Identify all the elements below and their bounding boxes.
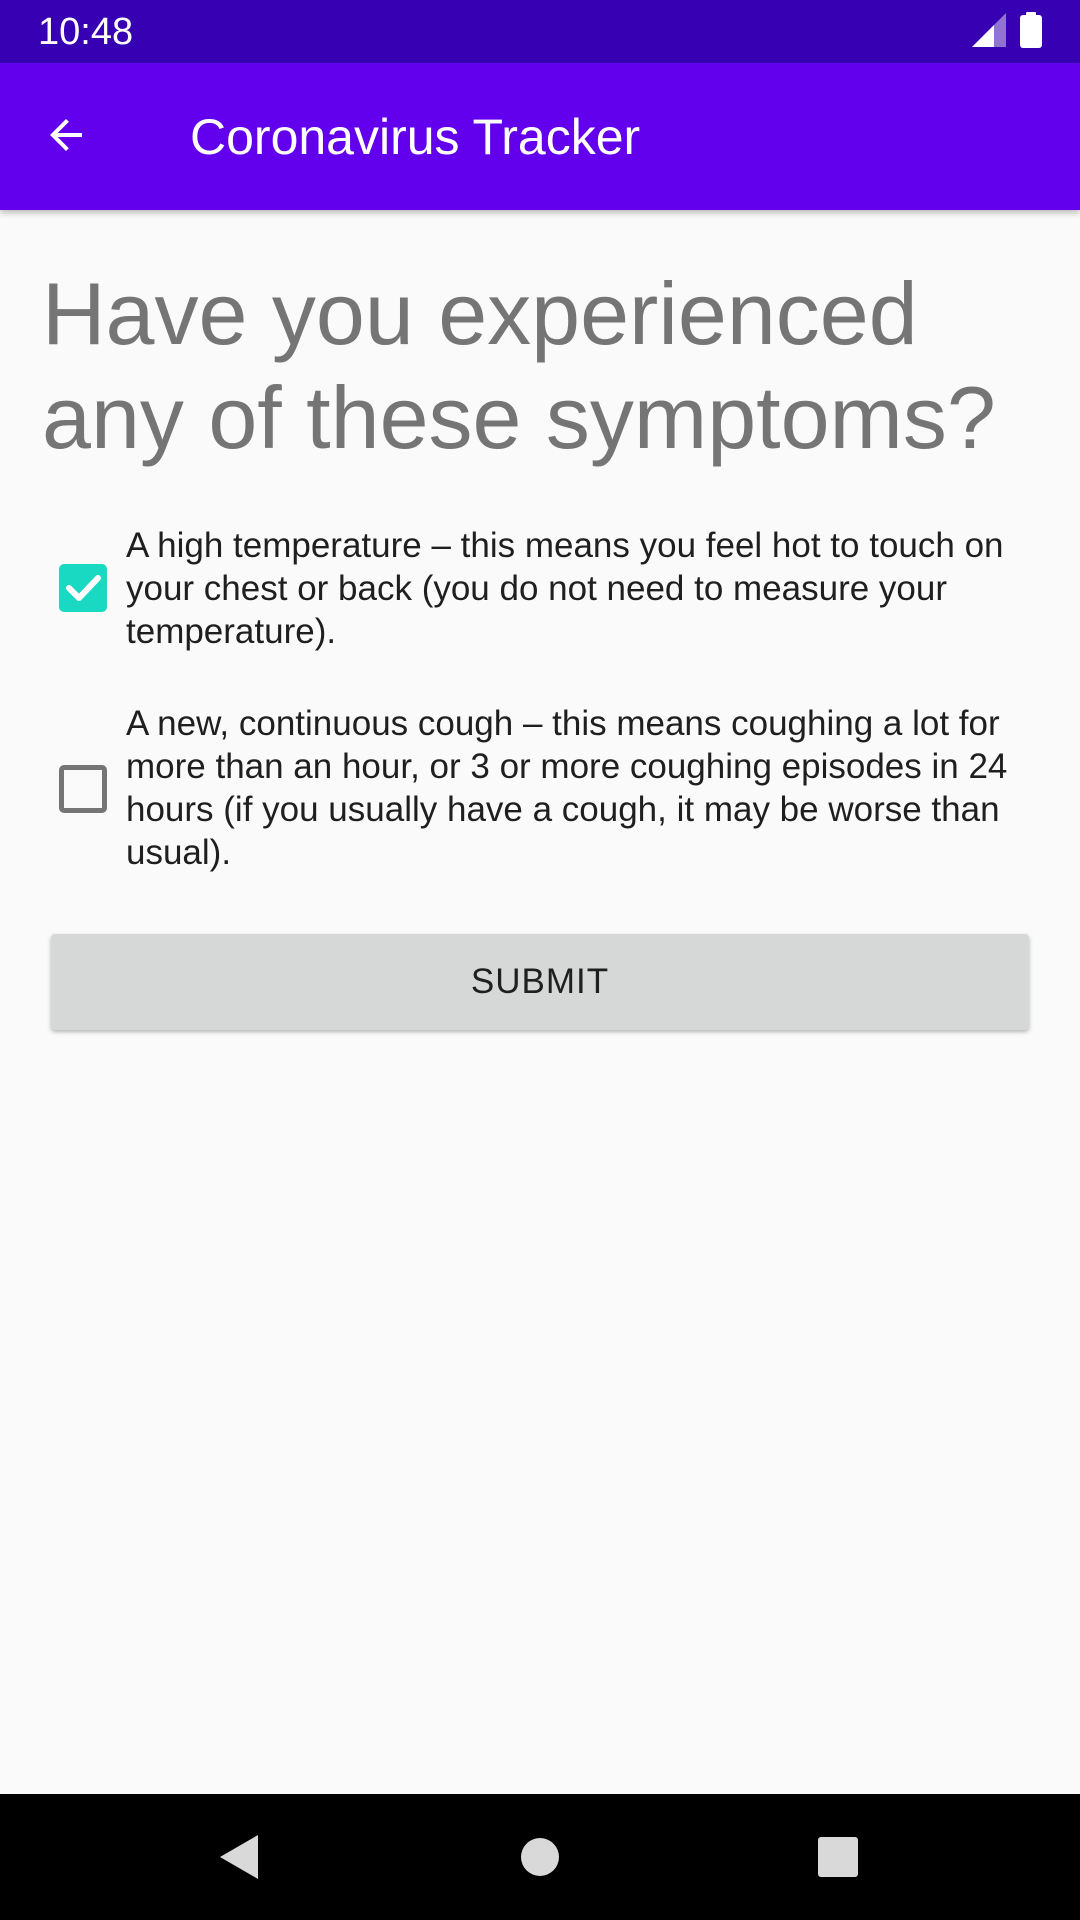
check-icon bbox=[66, 575, 101, 601]
battery-icon bbox=[1020, 11, 1042, 53]
nav-back-icon[interactable] bbox=[208, 1827, 268, 1887]
status-time: 10:48 bbox=[38, 11, 134, 53]
nav-recents-icon[interactable] bbox=[808, 1827, 868, 1887]
nav-home-icon[interactable] bbox=[510, 1827, 570, 1887]
navigation-bar bbox=[0, 1794, 1080, 1920]
back-button[interactable] bbox=[30, 101, 102, 173]
arrow-back-icon bbox=[42, 111, 90, 164]
option-label: A new, continuous cough – this means cou… bbox=[126, 704, 1008, 872]
question-heading: Have you experienced any of these sympto… bbox=[42, 264, 996, 467]
status-bar: 10:48 bbox=[0, 0, 1080, 63]
option-label: A high temperature – this means you feel… bbox=[126, 526, 1004, 651]
checkbox-unchecked[interactable] bbox=[59, 765, 107, 813]
app-bar: Coronavirus Tracker bbox=[0, 63, 1080, 210]
symptom-option-cough[interactable]: A new, continuous cough – this means cou… bbox=[0, 700, 1080, 876]
status-icons bbox=[972, 11, 1042, 53]
app-title: Coronavirus Tracker bbox=[190, 109, 641, 165]
symptom-option-temperature[interactable]: A high temperature – this means you feel… bbox=[0, 522, 1080, 654]
checkbox-checked[interactable] bbox=[59, 564, 107, 612]
signal-icon bbox=[972, 12, 1006, 52]
submit-button[interactable]: SUBMIT bbox=[51, 934, 1029, 1030]
